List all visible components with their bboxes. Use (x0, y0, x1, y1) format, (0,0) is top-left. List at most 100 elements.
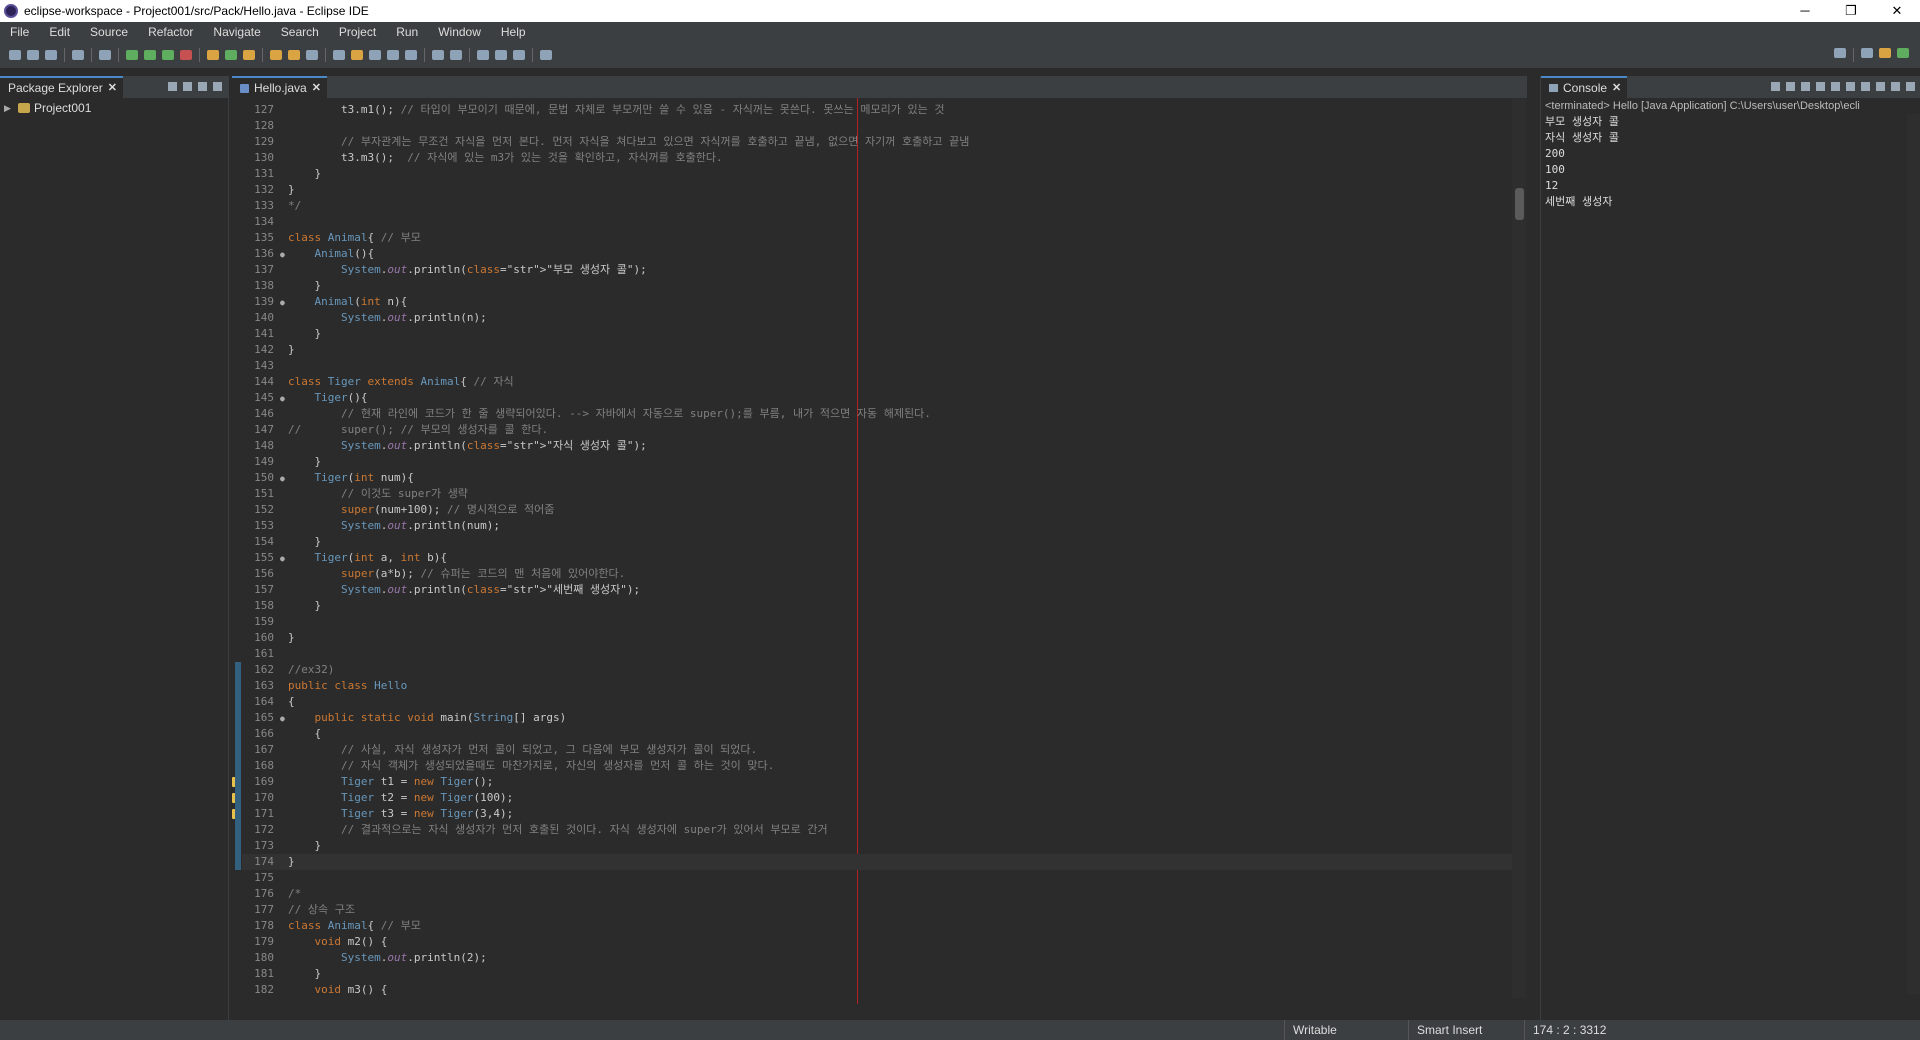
fold-toggle-icon[interactable]: ● (280, 471, 288, 487)
remove-all-icon[interactable] (1801, 82, 1810, 91)
code-line[interactable]: 162 //ex32) (242, 662, 1522, 678)
menu-run[interactable]: Run (386, 25, 428, 39)
console-vertical-scrollbar[interactable] (1907, 114, 1920, 994)
chevron-right-icon[interactable]: ▶ (4, 103, 14, 114)
code-line[interactable]: 136 ● Animal(){ (242, 246, 1522, 262)
external-tools-icon[interactable] (180, 50, 192, 60)
save-icon[interactable] (27, 50, 39, 60)
code-line[interactable]: 139 ● Animal(int n){ (242, 294, 1522, 310)
code-line[interactable]: 170 Tiger t2 = new Tiger(100); (242, 790, 1522, 806)
coverage-icon[interactable] (162, 50, 174, 60)
tab-console[interactable]: Console ✕ (1541, 76, 1628, 99)
close-icon[interactable]: ✕ (1612, 77, 1621, 99)
pin-editor-icon[interactable] (540, 50, 552, 60)
editor-vertical-scrollbar[interactable] (1512, 98, 1526, 998)
code-line[interactable]: 180 System.out.println(2); (242, 950, 1522, 966)
code-line[interactable]: 141 } (242, 326, 1522, 342)
code-line[interactable]: 173 } (242, 838, 1522, 854)
fold-toggle-icon[interactable]: ● (280, 391, 288, 407)
fold-toggle-icon[interactable]: ● (280, 295, 288, 311)
code-line[interactable]: 137 System.out.println(class="str">"부모 생… (242, 262, 1522, 278)
code-line[interactable]: 181 } (242, 966, 1522, 982)
code-line[interactable]: 165 ● public static void main(String[] ar… (242, 710, 1522, 726)
fold-toggle-icon[interactable]: ● (280, 247, 288, 263)
menu-refactor[interactable]: Refactor (138, 25, 203, 39)
code-line[interactable]: 164 { (242, 694, 1522, 710)
code-line[interactable]: 127 t3.m1(); // 타입이 부모이기 때문에, 문법 자체로 부모꺼… (242, 102, 1522, 118)
code-line[interactable]: 150 ● Tiger(int num){ (242, 470, 1522, 486)
menu-edit[interactable]: Edit (39, 25, 80, 39)
open-console-icon[interactable] (1906, 82, 1915, 91)
code-line[interactable]: 151 // 이것도 super가 생략 (242, 486, 1522, 502)
code-line[interactable]: 142} (242, 342, 1522, 358)
remove-launch-icon[interactable] (1786, 82, 1795, 91)
close-icon[interactable]: ✕ (108, 77, 117, 99)
code-line[interactable]: 157 System.out.println(class="str">"세번째 … (242, 582, 1522, 598)
code-line[interactable]: 130 t3.m3(); // 자식에 있는 m3가 있는 것을 확인하고, 자… (242, 150, 1522, 166)
debug-perspective-icon[interactable] (1897, 48, 1909, 58)
debug-icon[interactable] (126, 50, 138, 60)
code-line[interactable]: 132} (242, 182, 1522, 198)
code-line[interactable]: 166 { (242, 726, 1522, 742)
next-annotation-icon[interactable] (432, 50, 444, 60)
code-line[interactable]: 178 class Animal{ // 부모 (242, 918, 1522, 934)
code-line[interactable]: 167 // 사실, 자식 생성자가 먼저 콜이 되었고, 그 다음에 부모 생… (242, 742, 1522, 758)
scrollbar-thumb[interactable] (1515, 188, 1524, 220)
paragraph-icon[interactable] (405, 50, 417, 60)
open-type-icon[interactable] (270, 50, 282, 60)
new-icon[interactable] (9, 50, 21, 60)
toggle-block-selection-icon[interactable] (369, 50, 381, 60)
close-icon[interactable]: ✕ (312, 77, 321, 99)
menu-window[interactable]: Window (428, 25, 491, 39)
code-line[interactable]: 133 */ (242, 198, 1522, 214)
terminal-icon[interactable] (72, 50, 84, 60)
menu-search[interactable]: Search (271, 25, 329, 39)
code-line[interactable]: 146 // 현재 라인에 코드가 한 줄 생략되어있다. --> 자바에서 자… (242, 406, 1522, 422)
code-line[interactable]: 160} (242, 630, 1522, 646)
terminate-icon[interactable] (1771, 82, 1780, 91)
skip-breakpoints-icon[interactable] (99, 50, 111, 60)
pin-console-icon[interactable] (1876, 82, 1885, 91)
code-line[interactable]: 153 System.out.println(num); (242, 518, 1522, 534)
code-line[interactable]: 155 ● Tiger(int a, int b){ (242, 550, 1522, 566)
toggle-mark-occurrences-icon[interactable] (351, 50, 363, 60)
menu-navigate[interactable]: Navigate (203, 25, 270, 39)
code-line[interactable]: 134 (242, 214, 1522, 230)
show-on-output-icon[interactable] (1861, 82, 1870, 91)
code-line[interactable]: 131 } (242, 166, 1522, 182)
new-package-icon[interactable] (225, 50, 237, 60)
new-java-project-icon[interactable] (207, 50, 219, 60)
view-menu-icon[interactable] (213, 82, 222, 91)
last-edit-icon[interactable] (477, 50, 489, 60)
new-class-icon[interactable] (243, 50, 255, 60)
menu-source[interactable]: Source (80, 25, 138, 39)
code-line[interactable]: 128 (242, 118, 1522, 134)
menu-project[interactable]: Project (329, 25, 386, 39)
code-line[interactable]: 175 (242, 870, 1522, 886)
code-line[interactable]: 154 } (242, 534, 1522, 550)
console-output[interactable]: 부모 생성자 콜 자식 생성자 콜 200 100 12 세번째 생성자 (1541, 114, 1920, 210)
code-line[interactable]: 163 public class Hello (242, 678, 1522, 694)
code-line[interactable]: 148 System.out.println(class="str">"자식 생… (242, 438, 1522, 454)
code-line[interactable]: 161 (242, 646, 1522, 662)
show-whitespace-icon[interactable] (387, 50, 399, 60)
run-icon[interactable] (144, 50, 156, 60)
code-line[interactable]: 152 super(num+100); // 명시적으로 적어줌 (242, 502, 1522, 518)
open-perspective-icon[interactable] (1861, 48, 1873, 58)
search-icon[interactable] (1834, 48, 1846, 58)
fold-toggle-icon[interactable]: ● (280, 551, 288, 567)
forward-icon[interactable] (513, 50, 525, 60)
scroll-lock-icon[interactable] (1831, 82, 1840, 91)
word-wrap-icon[interactable] (1846, 82, 1855, 91)
collapse-all-icon[interactable] (168, 82, 177, 91)
save-all-icon[interactable] (45, 50, 57, 60)
insert-mode-status[interactable]: Smart Insert (1408, 1020, 1482, 1040)
toggle-breadcrumb-icon[interactable] (333, 50, 345, 60)
menu-file[interactable]: File (0, 25, 39, 39)
code-line[interactable]: 158 } (242, 598, 1522, 614)
code-line[interactable]: 145 ● Tiger(){ (242, 390, 1522, 406)
code-line[interactable]: 179 void m2() { (242, 934, 1522, 950)
code-line[interactable]: 169 Tiger t1 = new Tiger(); (242, 774, 1522, 790)
code-line[interactable]: 129 // 부자관계는 무조건 자식을 먼저 본다. 먼저 자식을 쳐다보고 … (242, 134, 1522, 150)
code-line[interactable]: 143 (242, 358, 1522, 374)
